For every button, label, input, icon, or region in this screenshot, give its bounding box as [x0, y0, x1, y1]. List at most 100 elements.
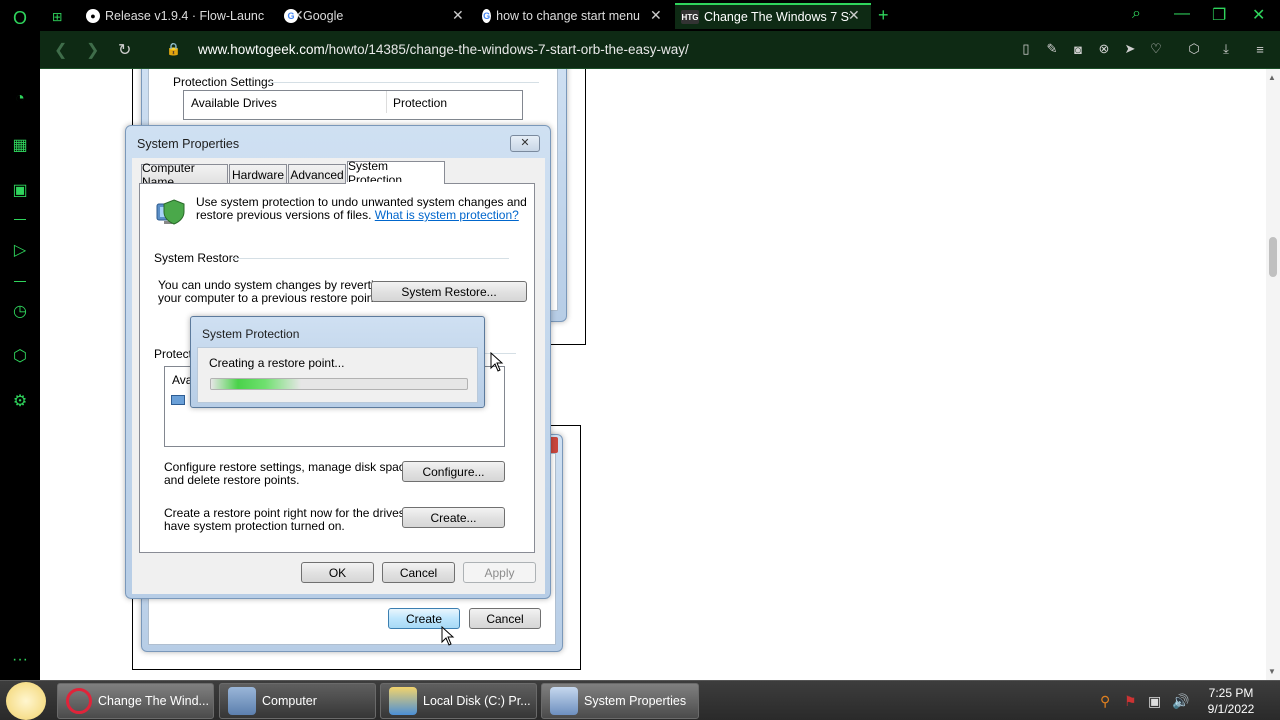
cube-icon[interactable]: ⬡ — [10, 346, 30, 366]
url-domain: www.howtogeek.com — [198, 42, 325, 57]
configure-text-line2: and delete restore points. — [164, 473, 300, 487]
tab-advanced[interactable]: Advanced — [288, 164, 346, 184]
system-protection-icon — [154, 196, 186, 228]
reload-icon[interactable]: ↻ — [118, 40, 131, 60]
sidebar-divider — [14, 219, 26, 220]
action-center-icon[interactable]: ⚑ — [1124, 693, 1137, 710]
cube-icon[interactable]: ⬡ — [1186, 41, 1202, 57]
taskbar-item-label: Local Disk (C:) Pr... — [423, 694, 531, 708]
taskbar-item-label: Computer — [262, 694, 317, 708]
ok-button[interactable]: OK — [301, 562, 374, 583]
tab-label: Google — [303, 9, 344, 23]
restore-icon[interactable]: ❐ — [1212, 5, 1226, 25]
configure-button[interactable]: Configure... — [402, 461, 505, 482]
taskbar-item-browser[interactable]: Change The Wind... — [57, 683, 214, 719]
opera-logo-icon[interactable]: O — [10, 8, 30, 28]
tab-google-search[interactable]: G how to change start menu — [480, 3, 640, 29]
intro-text: restore previous versions of files. — [196, 208, 372, 222]
window-title: System Properties — [137, 137, 240, 151]
taskbar-item-label: Change The Wind... — [98, 694, 209, 708]
send-icon[interactable]: ➤ — [1122, 41, 1138, 57]
taskbar-item-local-disk[interactable]: Local Disk (C:) Pr... — [380, 683, 537, 719]
start-button-icon[interactable] — [6, 682, 46, 720]
close-tab-icon[interactable]: ✕ — [452, 7, 464, 24]
tab-bar: ⊞ ● Release v1.9.4 · Flow-Launc ✕ G Goog… — [40, 0, 1280, 31]
system-restore-button[interactable]: System Restore... — [371, 281, 527, 302]
mouse-cursor-icon — [490, 351, 504, 372]
group-divider — [232, 258, 509, 259]
github-icon: ● — [86, 9, 100, 23]
browser-sidebar: O ◔ ▦ ▣ ▷ ◷ ⬡ ⚙ ··· — [0, 0, 40, 680]
tab-system-protection[interactable]: System Protection — [347, 159, 445, 187]
camera-icon[interactable]: ◙ — [1070, 41, 1086, 57]
more-icon[interactable]: ··· — [10, 650, 30, 670]
protection-settings-label: Protection Settings — [173, 75, 274, 89]
apply-button[interactable]: Apply — [463, 562, 536, 583]
clock[interactable]: 7:25 PM 9/1/2022 — [1196, 685, 1266, 717]
tab-howtogeek[interactable]: HTG Change The Windows 7 Sta — [675, 3, 871, 29]
intro-text-line2: restore previous versions of files. What… — [196, 209, 519, 222]
progress-fill — [211, 379, 301, 389]
progress-message: Creating a restore point... — [209, 356, 345, 370]
disk-icon — [389, 687, 417, 715]
menu-icon[interactable]: ≡ — [1252, 41, 1268, 57]
tab-computer-name[interactable]: Computer Name — [141, 161, 228, 189]
scroll-thumb[interactable] — [1269, 237, 1277, 277]
minimize-icon[interactable]: — — [1174, 5, 1190, 23]
close-tab-icon[interactable]: ✕ — [650, 7, 662, 24]
lock-icon: 🔒 — [166, 42, 181, 56]
progress-title: System Protection — [202, 327, 300, 341]
htg-icon: HTG — [681, 10, 699, 24]
edit-icon[interactable]: ✎ — [1044, 41, 1060, 57]
heart-icon[interactable]: ♡ — [1148, 41, 1164, 57]
adblock-icon[interactable]: ⊗ — [1096, 41, 1112, 57]
workspaces-icon[interactable]: ⊞ — [40, 3, 78, 29]
search-tray-icon[interactable]: ⚲ — [1100, 693, 1110, 710]
scroll-down-icon[interactable]: ▼ — [1268, 667, 1276, 676]
speed-dial-icon[interactable]: ◔ — [10, 89, 30, 109]
google-icon: G — [482, 9, 492, 23]
scroll-up-icon[interactable]: ▲ — [1268, 73, 1276, 82]
page-scrollbar[interactable]: ▲ ▼ — [1266, 69, 1280, 680]
back-icon[interactable]: ❮ — [54, 40, 67, 60]
tab-github[interactable]: ● Release v1.9.4 · Flow-Launc — [82, 3, 278, 29]
new-tab-icon[interactable]: + — [878, 5, 889, 26]
what-is-system-protection-link[interactable]: What is system protection? — [375, 208, 519, 222]
tab-hardware[interactable]: Hardware — [229, 164, 287, 184]
opera-icon — [66, 688, 92, 714]
close-icon[interactable]: ✕ — [510, 135, 540, 152]
screen: O ◔ ▦ ▣ ▷ ◷ ⬡ ⚙ ··· ⊞ ● Release v1.9.4 ·… — [0, 0, 1280, 720]
cancel-button[interactable]: Cancel — [469, 608, 541, 629]
close-window-icon[interactable]: ✕ — [1252, 5, 1265, 25]
search-tabs-icon[interactable]: ⌕ — [1132, 5, 1141, 23]
sidebar-divider — [14, 281, 26, 282]
taskbar-item-system-properties[interactable]: System Properties — [541, 683, 699, 719]
drive-icon — [171, 395, 185, 405]
tab-join — [346, 182, 444, 184]
cancel-button[interactable]: Cancel — [382, 562, 455, 583]
column-divider — [386, 91, 387, 113]
tab-google[interactable]: G Google — [284, 3, 470, 29]
create-restore-point-button[interactable]: Create... — [402, 507, 505, 528]
tab-label: Change The Windows 7 Sta — [704, 10, 850, 24]
close-tab-icon[interactable]: ✕ — [848, 7, 860, 24]
drives-list[interactable]: Available Drives Protection — [183, 90, 523, 120]
reader-icon[interactable]: ▯ — [1018, 41, 1034, 57]
taskbar-item-label: System Properties — [584, 694, 687, 708]
clock-date: 9/1/2022 — [1207, 702, 1255, 716]
forward-icon[interactable]: ❯ — [86, 40, 99, 60]
download-icon[interactable]: ⤓ — [1218, 41, 1234, 57]
url-field[interactable]: www.howtogeek.com/howto/14385/change-the… — [198, 42, 689, 57]
settings-gear-icon[interactable]: ⚙ — [10, 391, 30, 411]
taskbar-item-computer[interactable]: Computer — [219, 683, 376, 719]
available-drives-header: Available Drives — [191, 96, 277, 110]
system-restore-group-label: System Restore — [154, 251, 240, 265]
extensions-icon[interactable]: ▦ — [10, 135, 30, 155]
url-path: /howto/14385/change-the-windows-7-start-… — [324, 42, 689, 57]
volume-icon[interactable]: 🔊 — [1172, 693, 1189, 710]
history-icon[interactable]: ◷ — [10, 301, 30, 321]
player-icon[interactable]: ▷ — [10, 240, 30, 260]
network-icon[interactable]: ▣ — [1148, 693, 1161, 710]
create-text-line2: have system protection turned on. — [164, 519, 345, 533]
twitch-icon[interactable]: ▣ — [10, 180, 30, 200]
